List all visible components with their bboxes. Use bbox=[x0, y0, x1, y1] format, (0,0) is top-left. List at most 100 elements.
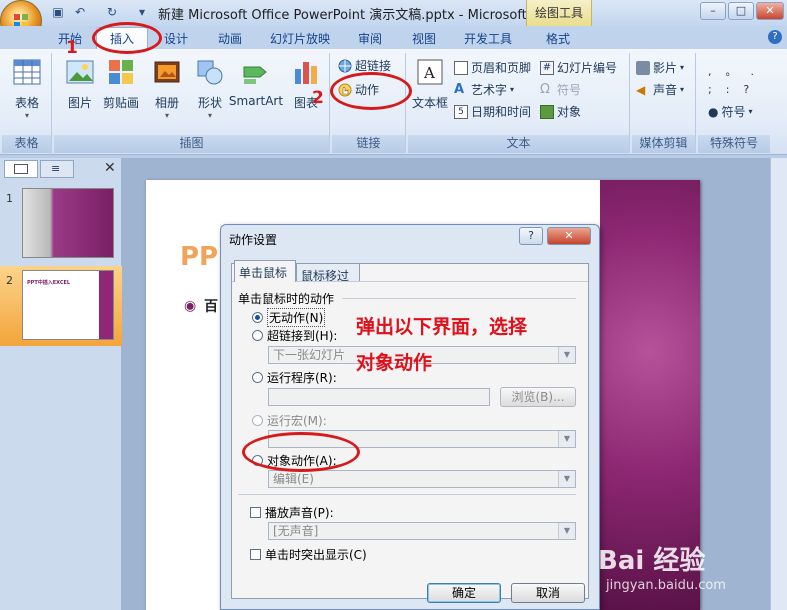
radio-no-action[interactable]: 无动作(N) bbox=[252, 308, 326, 327]
redo-icon[interactable]: ↻ bbox=[104, 4, 120, 20]
annotation-circle-object-action bbox=[242, 432, 360, 472]
object-action-select[interactable]: 编辑(E) ▼ bbox=[268, 470, 576, 488]
undo-icon[interactable]: ↶ bbox=[72, 4, 88, 20]
sound-button[interactable]: ◀ 声音 ▾ bbox=[636, 81, 684, 98]
movie-label: 影片 bbox=[653, 61, 678, 75]
radio-no-action-dot[interactable] bbox=[252, 312, 263, 323]
play-sound-check[interactable] bbox=[250, 507, 261, 518]
symbol-label: 符号 bbox=[557, 83, 582, 97]
shapes-label: 形状 bbox=[197, 96, 222, 110]
punctuation-grid[interactable]: ,。. bbox=[708, 63, 768, 79]
calendar-icon: 5 bbox=[454, 104, 468, 119]
photo-album-icon bbox=[154, 61, 180, 83]
radio-run-macro-dot[interactable] bbox=[252, 415, 263, 426]
annotation-note-line2: 对象动作 bbox=[356, 352, 433, 374]
browse-button[interactable]: 浏览(B)... bbox=[500, 387, 576, 407]
header-footer-icon bbox=[454, 60, 468, 75]
header-footer-label: 页眉和页脚 bbox=[471, 61, 532, 75]
highlight-check[interactable] bbox=[250, 549, 261, 560]
section-label: 单击鼠标时的动作 bbox=[238, 290, 334, 307]
smartart-label: SmartArt bbox=[228, 94, 284, 108]
group-label-links: 链接 bbox=[356, 136, 381, 150]
table-button[interactable]: 表格 ▾ bbox=[6, 57, 48, 120]
slide-title-fragment: PP bbox=[180, 242, 219, 272]
vertical-scrollbar[interactable] bbox=[770, 158, 787, 610]
drawing-tools-label: 绘图工具 bbox=[535, 6, 584, 20]
chart-icon bbox=[295, 62, 317, 84]
slide-thumbnail-2[interactable]: PPT中插入EXCEL bbox=[22, 270, 114, 340]
smartart-button[interactable]: SmartArt bbox=[228, 57, 284, 108]
sound-select[interactable]: [无声音] ▼ bbox=[268, 522, 576, 540]
ok-button[interactable]: 确定 bbox=[427, 583, 501, 603]
cancel-button[interactable]: 取消 bbox=[511, 583, 585, 603]
radio-hyperlink[interactable]: 超链接到(H): bbox=[252, 327, 337, 344]
close-button[interactable]: ✕ bbox=[756, 2, 784, 20]
radio-run-program-dot[interactable] bbox=[252, 372, 263, 383]
shapes-button[interactable]: 形状 ▾ bbox=[190, 57, 230, 120]
hash-icon: # bbox=[540, 60, 554, 75]
window-title: 新建 Microsoft Office PowerPoint 演示文稿.pptx… bbox=[158, 8, 544, 23]
tab-animation[interactable]: 动画 bbox=[218, 30, 242, 47]
radio-run-program[interactable]: 运行程序(R): bbox=[252, 369, 337, 386]
customize-toolbar-icon[interactable]: ▾ bbox=[134, 4, 150, 20]
outline-tab[interactable]: ≡ bbox=[40, 160, 74, 178]
symbol-button[interactable]: Ω 符号 bbox=[540, 81, 581, 98]
header-footer-button[interactable]: 页眉和页脚 bbox=[454, 59, 531, 76]
annotation-number-1: 1 bbox=[66, 38, 78, 58]
tab-design[interactable]: 设计 bbox=[164, 30, 188, 47]
picture-button[interactable]: 图片 bbox=[60, 57, 100, 111]
annotation-circle-insert-tab bbox=[92, 22, 162, 54]
tab-review[interactable]: 审阅 bbox=[358, 30, 382, 47]
program-path-input[interactable] bbox=[268, 388, 490, 406]
radio-run-macro[interactable]: 运行宏(M): bbox=[252, 412, 327, 429]
table-icon bbox=[13, 59, 41, 85]
wordart-icon: A bbox=[454, 81, 465, 97]
movie-icon bbox=[636, 60, 650, 75]
omega-icon: Ω bbox=[540, 81, 550, 97]
radio-hyperlink-label: 超链接到(H): bbox=[267, 329, 338, 343]
maximize-button[interactable]: □ bbox=[728, 2, 754, 20]
datetime-label: 日期和时间 bbox=[471, 105, 532, 119]
textbox-button[interactable]: A 文本框 bbox=[410, 57, 450, 111]
tab-mouse-over[interactable]: 鼠标移过 bbox=[296, 263, 360, 283]
annotation-circle-action bbox=[330, 72, 412, 110]
wordart-button[interactable]: A 艺术字 ▾ bbox=[454, 81, 514, 98]
minimize-button[interactable]: – bbox=[700, 2, 726, 20]
slide-bullet-fragment: 百 bbox=[204, 299, 218, 315]
tab-view[interactable]: 视图 bbox=[412, 30, 436, 47]
slide-thumbnail-1[interactable] bbox=[22, 188, 114, 258]
play-sound-label: 播放声音(P): bbox=[265, 506, 334, 520]
watermark: Bai 经验 bbox=[598, 546, 706, 576]
highlight-checkbox[interactable]: 单击时突出显示(C) bbox=[250, 546, 367, 563]
movie-button[interactable]: 影片 ▾ bbox=[636, 59, 684, 76]
dialog-close-button[interactable]: ✕ bbox=[547, 227, 591, 245]
object-icon bbox=[540, 104, 554, 119]
svg-text:A: A bbox=[423, 64, 435, 82]
tab-developer[interactable]: 开发工具 bbox=[464, 30, 512, 47]
clipart-button[interactable]: 剪贴画 bbox=[100, 57, 142, 111]
radio-hyperlink-dot[interactable] bbox=[252, 330, 263, 341]
close-pane-icon[interactable]: ✕ bbox=[104, 160, 116, 176]
thumb-title: PPT中插入EXCEL bbox=[27, 280, 71, 286]
slide-number-button[interactable]: # 幻灯片编号 bbox=[540, 59, 617, 76]
group-illustrations: 图片 剪贴画 相册 ▾ 形状 ▾ SmartArt 图表 插图 bbox=[54, 53, 330, 153]
watermark-url: jingyan.baidu.com bbox=[606, 578, 726, 593]
album-button[interactable]: 相册 ▾ bbox=[146, 57, 188, 120]
help-icon[interactable]: ? bbox=[768, 30, 782, 44]
tab-format[interactable]: 格式 bbox=[546, 30, 570, 47]
datetime-button[interactable]: 5 日期和时间 bbox=[454, 103, 531, 120]
slide-bullet-icon: ◉ bbox=[184, 298, 197, 314]
dialog-help-button[interactable]: ? bbox=[519, 227, 543, 245]
picture-label: 图片 bbox=[67, 96, 92, 110]
save-icon[interactable]: ▣ bbox=[50, 4, 66, 20]
play-sound-checkbox[interactable]: 播放声音(P): bbox=[250, 504, 334, 521]
tab-mouse-click[interactable]: 单击鼠标 bbox=[234, 260, 296, 282]
object-button[interactable]: 对象 bbox=[540, 103, 581, 120]
radio-run-program-label: 运行程序(R): bbox=[267, 371, 337, 385]
object-action-select-value: 编辑(E) bbox=[273, 472, 314, 486]
tab-slideshow[interactable]: 幻灯片放映 bbox=[270, 30, 330, 47]
punctuation-grid-2[interactable]: ;:? bbox=[708, 83, 763, 96]
slides-tab[interactable] bbox=[4, 160, 38, 178]
special-symbol-button[interactable]: ● 符号 ▾ bbox=[708, 103, 753, 120]
group-label-table: 表格 bbox=[14, 136, 39, 150]
